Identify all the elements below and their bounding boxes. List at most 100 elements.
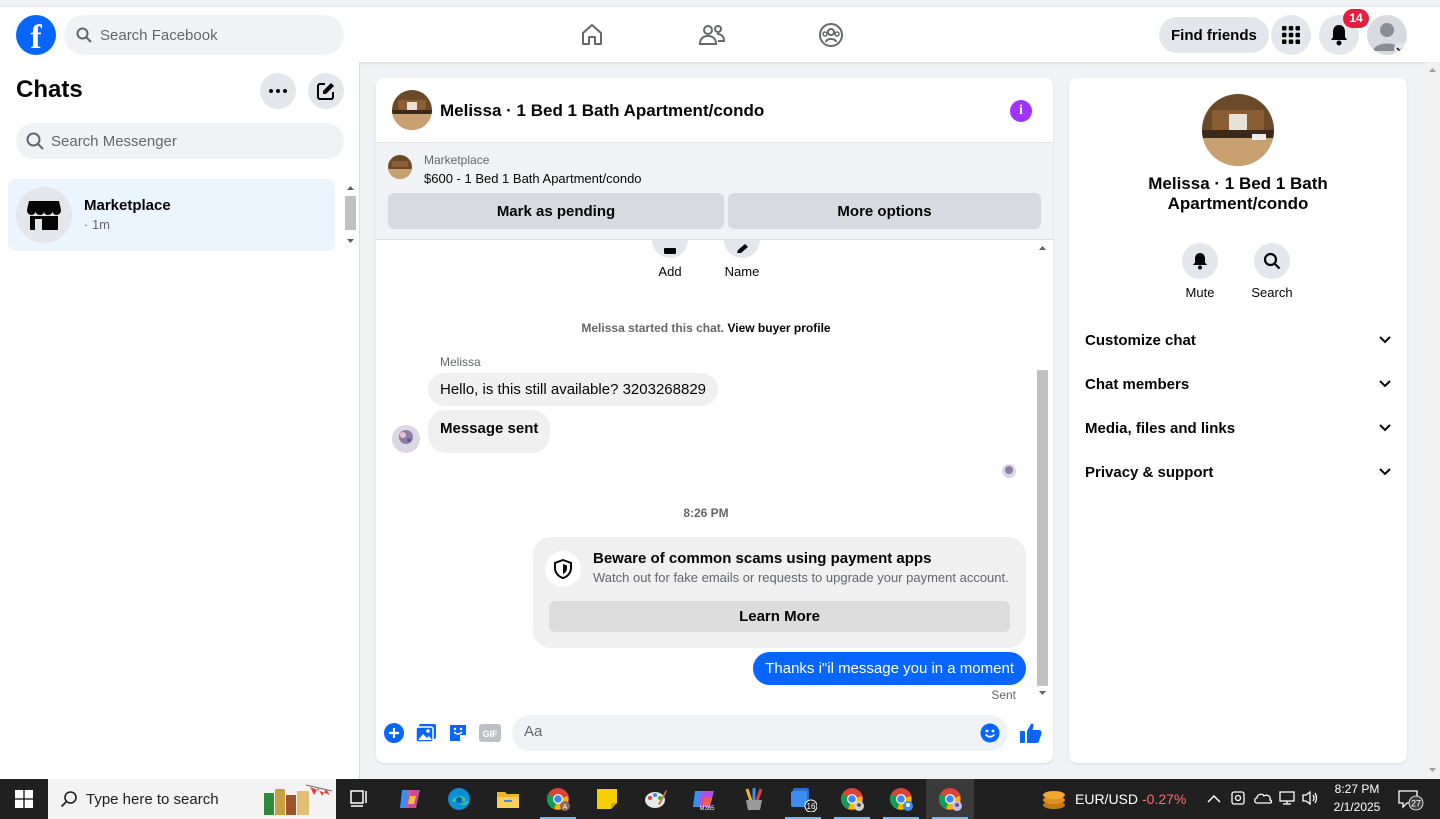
- privacy-support-section[interactable]: Privacy & support: [1085, 452, 1391, 492]
- message-input-box[interactable]: [512, 715, 1008, 751]
- chrome-profile-a-icon[interactable]: A: [534, 779, 582, 819]
- marketplace-listing-bar: Marketplace $600 - 1 Bed 1 Bath Apartmen…: [376, 143, 1053, 240]
- add-action-label: Add: [658, 264, 682, 279]
- learn-more-button[interactable]: Learn More: [549, 601, 1010, 632]
- friends-icon[interactable]: [694, 17, 730, 53]
- profile-avatar[interactable]: [1367, 15, 1407, 55]
- page-scrollbar[interactable]: [1425, 62, 1440, 779]
- windows-start-icon[interactable]: [0, 779, 48, 819]
- menu-grid-icon[interactable]: [1271, 15, 1311, 55]
- file-explorer-icon[interactable]: [484, 779, 532, 819]
- conversation-header: Melissa · 1 Bed 1 Bath Apartment/condo i: [376, 78, 1053, 143]
- chevron-up-icon[interactable]: [1207, 791, 1221, 809]
- chat-started-notice: Melissa started this chat. View buyer pr…: [581, 321, 831, 335]
- ticker-change: -0.27%: [1142, 791, 1187, 807]
- scrollbar-thumb[interactable]: [345, 196, 356, 230]
- media-files-links-section[interactable]: Media, files and links: [1085, 408, 1391, 448]
- pencil-cup-icon[interactable]: [730, 779, 778, 819]
- conversation-avatar[interactable]: [392, 90, 432, 130]
- copilot-icon[interactable]: [386, 779, 434, 819]
- listing-thumbnail[interactable]: [388, 155, 412, 179]
- chat-details-avatar[interactable]: [1202, 94, 1274, 166]
- gif-icon[interactable]: GIF: [478, 721, 502, 745]
- sender-avatar[interactable]: [392, 425, 420, 453]
- conversation-info-icon[interactable]: i: [1010, 100, 1032, 122]
- search-label: Search: [1251, 285, 1293, 300]
- stock-ticker-icon[interactable]: [1041, 787, 1067, 816]
- network-icon[interactable]: [1278, 790, 1296, 811]
- paint-icon[interactable]: [632, 779, 680, 819]
- conversation-title[interactable]: Melissa · 1 Bed 1 Bath Apartment/condo: [440, 101, 764, 121]
- facebook-search-box[interactable]: [64, 15, 344, 55]
- emoji-icon[interactable]: [980, 723, 1000, 748]
- scam-warning-description: Watch out for fake emails or requests to…: [593, 570, 1009, 585]
- plus-circle-icon[interactable]: [382, 721, 406, 745]
- messenger-search-input[interactable]: [51, 132, 321, 150]
- mute-label: Mute: [1185, 285, 1215, 300]
- chrome-profile-c-icon[interactable]: [877, 779, 925, 819]
- taskbar-date[interactable]: 2/1/2025: [1327, 800, 1387, 814]
- onedrive-cloud-icon[interactable]: [1253, 790, 1273, 811]
- chevron-down-icon: [1379, 468, 1391, 476]
- volume-icon[interactable]: [1301, 790, 1319, 811]
- action-center-icon[interactable]: 27: [1398, 789, 1424, 816]
- find-friends-button[interactable]: Find friends: [1159, 17, 1269, 53]
- listing-price-title[interactable]: $600 - 1 Bed 1 Bath Apartment/condo: [424, 171, 642, 186]
- conversation-scrollbar[interactable]: [1035, 240, 1050, 702]
- search-icon: [60, 791, 77, 808]
- customize-chat-section[interactable]: Customize chat: [1085, 320, 1391, 360]
- edge-browser-icon[interactable]: [435, 779, 483, 819]
- windows-taskbar: A M365 16 EUR/USD -0.27% 8:27 PM 2/: [0, 779, 1440, 819]
- search-highlight-icon: [262, 781, 334, 819]
- ticker-symbol[interactable]: EUR/USD: [1075, 791, 1138, 807]
- marketplace-label: Marketplace: [424, 153, 490, 167]
- incoming-message-bubble[interactable]: Message sent: [428, 410, 551, 453]
- facebook-logo-icon[interactable]: f: [16, 15, 56, 55]
- outgoing-message-bubble[interactable]: Thanks i"il message you in a moment: [753, 652, 1026, 685]
- view-buyer-profile-link[interactable]: View buyer profile: [727, 321, 830, 335]
- incoming-message-bubble[interactable]: Hello, is this still available? 32032688…: [428, 373, 719, 406]
- sticky-notes-icon[interactable]: [583, 779, 631, 819]
- home-icon[interactable]: [574, 17, 610, 53]
- chevron-down-icon: [1379, 380, 1391, 388]
- mark-as-pending-button[interactable]: Mark as pending: [388, 193, 724, 229]
- microsoft-365-icon[interactable]: M365: [681, 779, 729, 819]
- chat-item-name: Marketplace: [84, 197, 171, 214]
- scrollbar-thumb[interactable]: [1037, 370, 1048, 686]
- new-message-icon[interactable]: [308, 73, 344, 109]
- more-options-icon[interactable]: [260, 73, 296, 109]
- svg-text:A: A: [563, 804, 568, 811]
- more-options-button[interactable]: More options: [728, 193, 1041, 229]
- search-in-chat-action[interactable]: Search: [1242, 243, 1302, 300]
- taskbar-search-box[interactable]: [48, 779, 336, 819]
- meet-now-icon[interactable]: [1230, 790, 1246, 811]
- chat-details-name: Melissa · 1 Bed 1 Bath Apartment/condo: [1148, 174, 1328, 213]
- chrome-profile-d-icon[interactable]: [926, 779, 974, 819]
- facebook-search-input[interactable]: [100, 26, 320, 44]
- chat-list-scrollbar[interactable]: [343, 180, 358, 250]
- photo-icon[interactable]: [414, 721, 438, 745]
- name-action[interactable]: Name: [712, 240, 772, 279]
- read-receipt-avatar: [1002, 464, 1016, 478]
- chat-members-section[interactable]: Chat members: [1085, 364, 1391, 404]
- svg-text:M365: M365: [699, 806, 715, 811]
- gif-icon-label: GIF: [483, 729, 499, 739]
- task-view-icon[interactable]: [336, 779, 384, 819]
- chevron-down-icon: [1379, 336, 1391, 344]
- thumbs-up-icon[interactable]: [1019, 721, 1043, 745]
- shield-icon: [545, 551, 581, 587]
- messenger-search-box[interactable]: [16, 123, 344, 159]
- chrome-profile-b-icon[interactable]: [828, 779, 876, 819]
- sticker-icon[interactable]: [446, 721, 470, 745]
- chat-details-panel: Melissa · 1 Bed 1 Bath Apartment/condo M…: [1069, 78, 1407, 763]
- chat-item-marketplace[interactable]: Marketplace · 1m: [8, 179, 335, 251]
- message-input[interactable]: [524, 723, 964, 740]
- taskbar-search-input[interactable]: [86, 790, 246, 808]
- scam-warning-card: Beware of common scams using payment app…: [533, 537, 1026, 648]
- groups-icon[interactable]: [813, 17, 849, 53]
- mute-action[interactable]: Mute: [1170, 243, 1230, 300]
- top-navigation-bar: f Find friends 14: [0, 6, 1440, 62]
- add-contact-action[interactable]: Add: [640, 240, 700, 279]
- stacked-app-icon[interactable]: 16: [779, 779, 827, 819]
- taskbar-time[interactable]: 8:27 PM: [1327, 782, 1387, 796]
